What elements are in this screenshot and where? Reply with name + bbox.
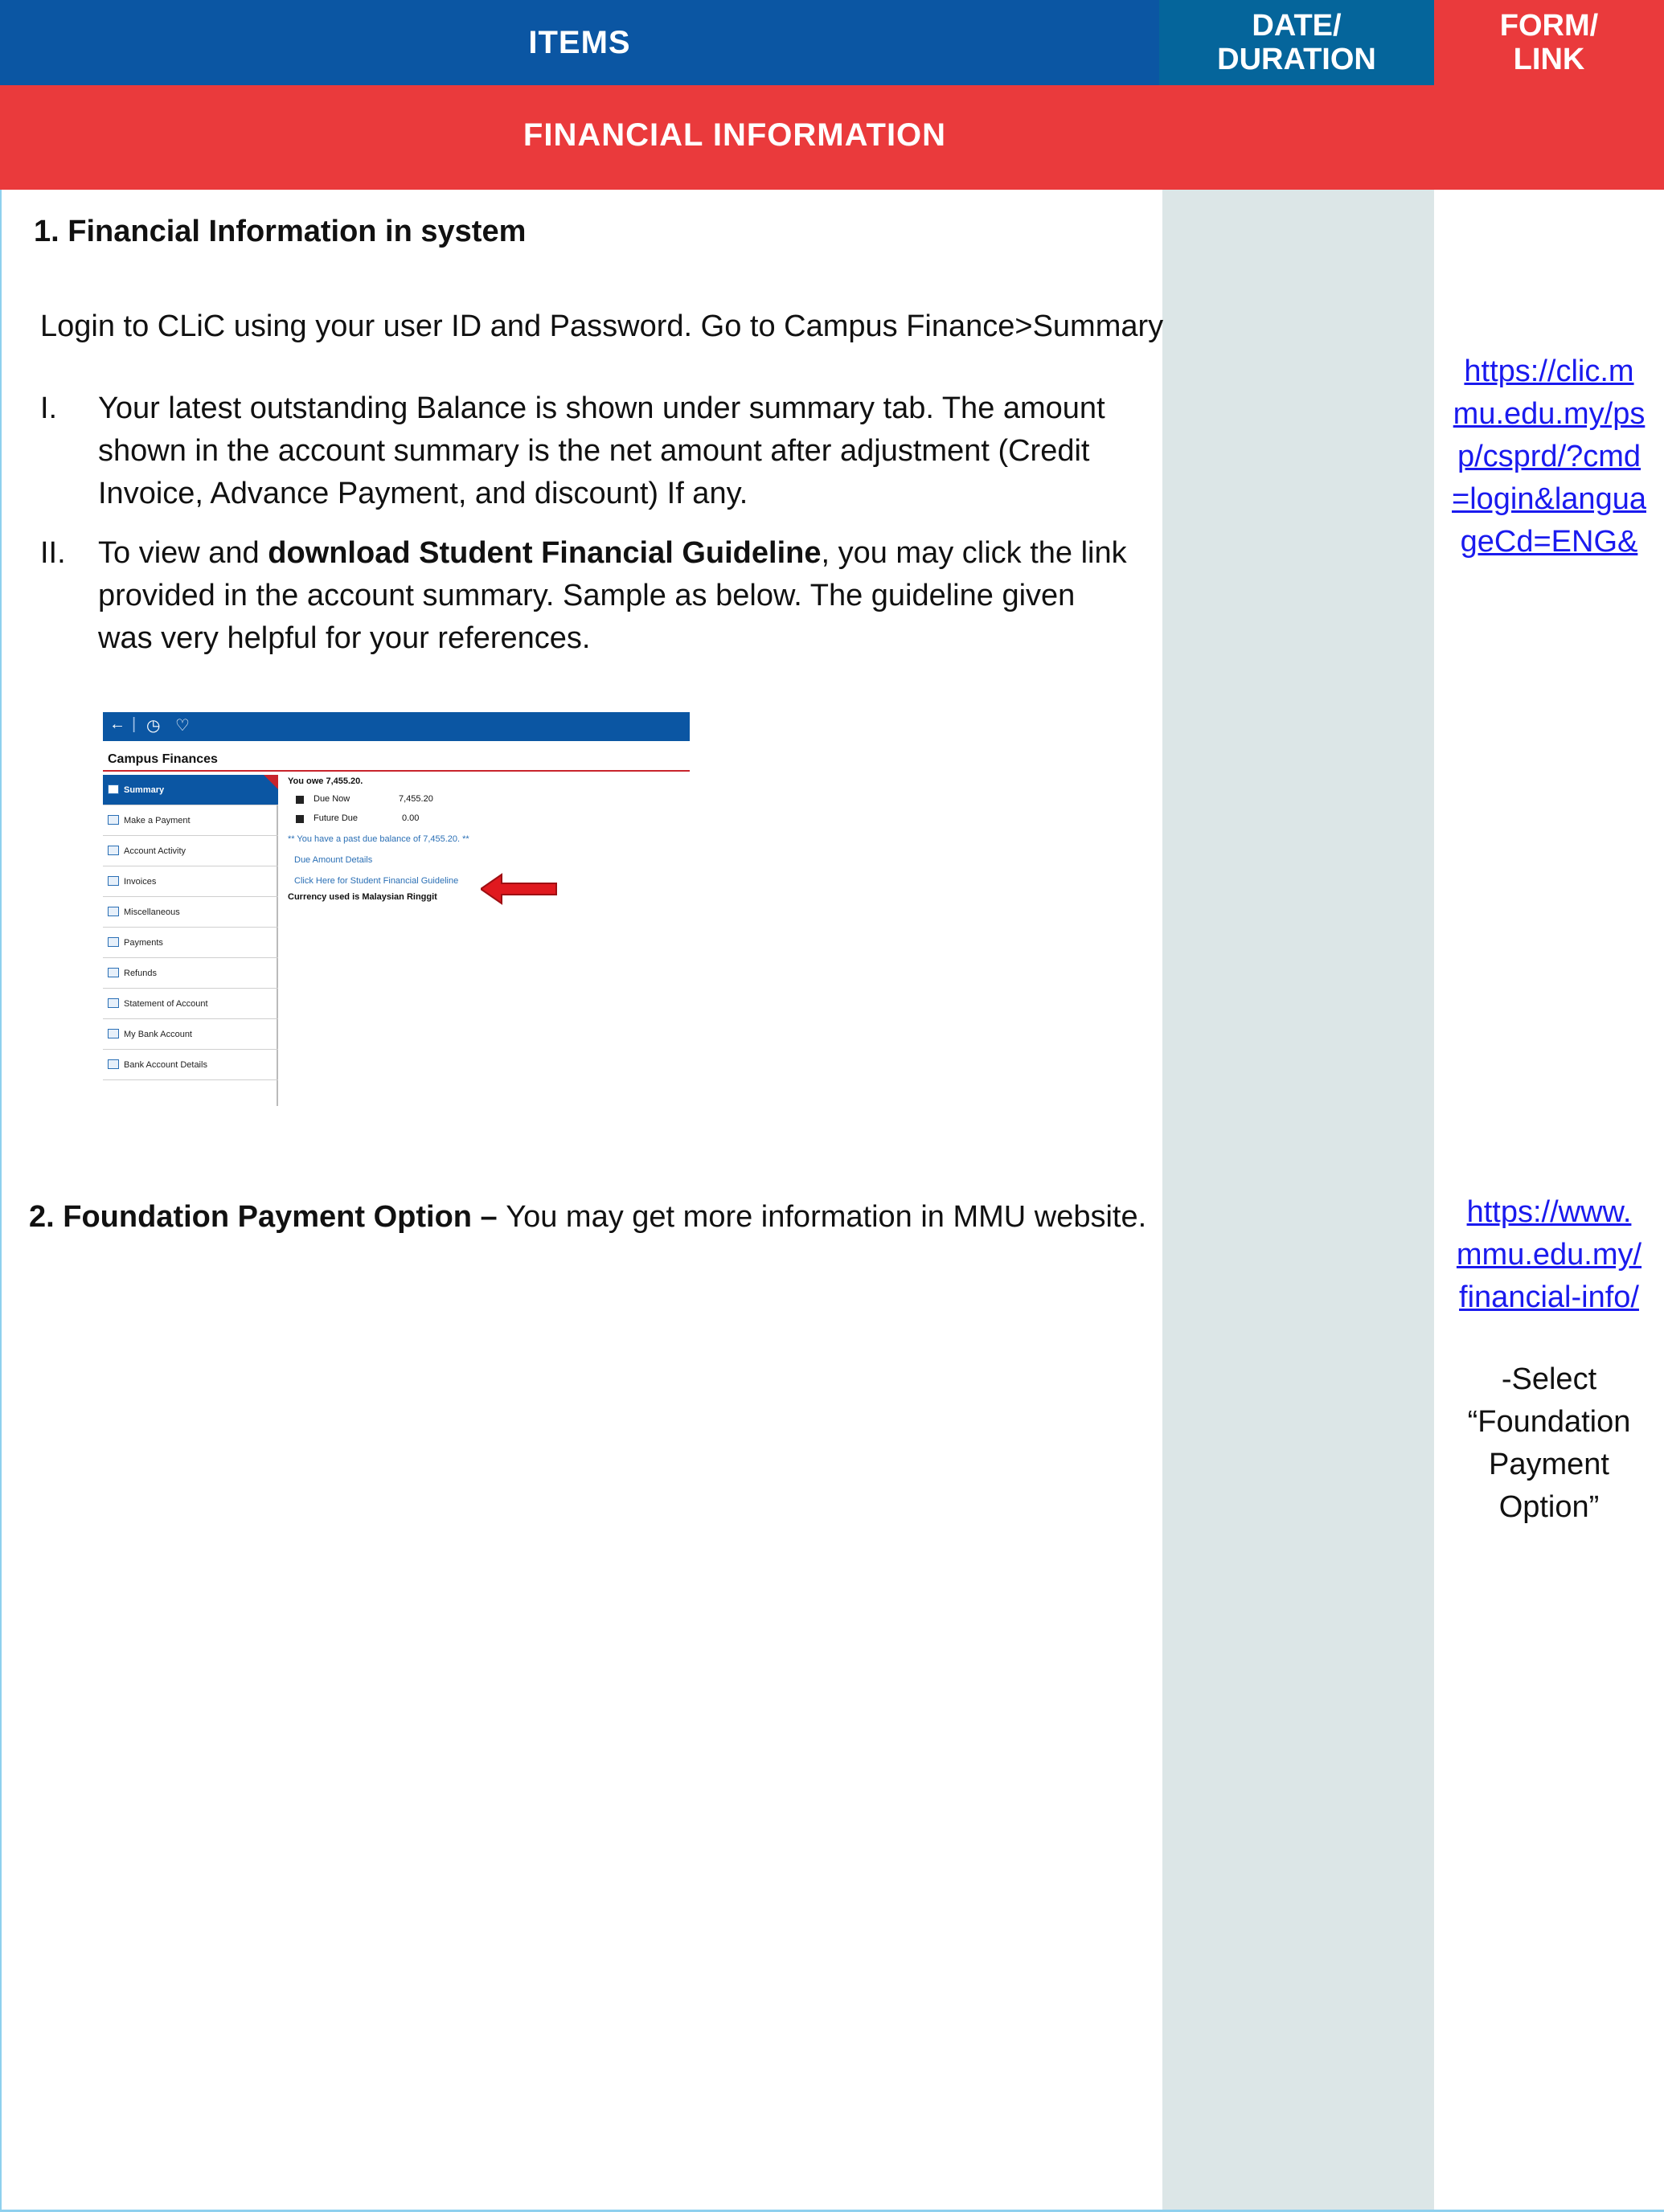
list-icon	[108, 1029, 119, 1038]
item2-heading: 2. Foundation Payment Option – You may g…	[29, 1196, 1146, 1239]
note-line: -Select	[1501, 1362, 1597, 1396]
note-line: Payment	[1489, 1448, 1609, 1481]
campus-finances-screenshot: ← | ◷ ♡ Campus Finances Summary Make a P…	[103, 712, 690, 1106]
mmu-financial-info-link[interactable]: https://www. mmu.edu.my/ financial-info/	[1434, 1191, 1664, 1319]
due-now-value: 7,455.20	[399, 794, 433, 804]
header-items-label: ITEMS	[528, 24, 631, 60]
item2-heading-bold: 2. Foundation Payment Option –	[29, 1200, 506, 1234]
nav-item-account-activity: Account Activity	[103, 836, 278, 866]
separator-icon: |	[132, 715, 137, 733]
header-date-duration: DATE/DURATION	[1159, 0, 1434, 85]
link-line[interactable]: =login&langua	[1434, 478, 1664, 521]
point1-line: Invoice, Advance Payment, and discount) …	[98, 477, 748, 510]
nav-item-label: Account Activity	[124, 846, 186, 856]
point2-pre: To view and	[98, 536, 268, 570]
header-form-line2: LINK	[1513, 43, 1585, 76]
point2-bold: download Student Financial Guideline	[268, 536, 822, 570]
item1-heading: 1. Financial Information in system	[34, 215, 527, 248]
point2-text: To view and download Student Financial G…	[98, 532, 1143, 660]
nav-item-label: Summary	[124, 784, 165, 795]
nav-item-label: Bank Account Details	[124, 1059, 207, 1070]
nav-item-payments: Payments	[103, 928, 278, 958]
back-arrow-icon: ←	[109, 715, 125, 733]
history-icon: ◷	[146, 717, 161, 735]
screenshot-title-rule	[103, 770, 690, 772]
header-form-line1: FORM/	[1499, 9, 1599, 43]
nav-item-statement-of-account: Statement of Account	[103, 989, 278, 1019]
point2-line: provided in the account summary. Sample …	[98, 579, 1076, 612]
currency-note: Currency used is Malaysian Ringgit	[288, 892, 437, 902]
list-icon	[108, 876, 119, 886]
date-duration-column	[1162, 190, 1434, 2212]
nav-item-summary: Summary	[103, 775, 278, 805]
nav-item-label: My Bank Account	[124, 1029, 192, 1039]
link-line[interactable]: financial-info/	[1434, 1276, 1664, 1319]
future-due-label: Future Due	[314, 813, 359, 823]
nav-item-label: Miscellaneous	[124, 907, 180, 917]
nav-item-label: Payments	[124, 937, 163, 948]
header-items: ITEMS	[0, 0, 1159, 85]
note-line: Option”	[1498, 1490, 1600, 1524]
owe-text: You owe 7,455.20.	[288, 776, 363, 786]
section-title: FINANCIAL INFORMATION	[523, 117, 947, 153]
list-icon	[108, 907, 119, 916]
link-line[interactable]: https://www.	[1434, 1191, 1664, 1234]
nav-item-refunds: Refunds	[103, 958, 278, 989]
favorites-icon: ♡	[175, 717, 190, 735]
table-left-border	[0, 190, 2, 2212]
square-bullet-icon	[296, 815, 304, 823]
link-line[interactable]: geCd=ENG&	[1434, 521, 1664, 563]
nav-item-my-bank-account: My Bank Account	[103, 1019, 278, 1050]
clic-login-link[interactable]: https://clic.m mu.edu.my/ps p/csprd/?cmd…	[1434, 350, 1664, 563]
point1-line: Your latest outstanding Balance is shown…	[98, 391, 1105, 425]
header-date-line1: DATE/	[1252, 9, 1342, 43]
red-arrow-icon	[481, 873, 557, 905]
point1-text: Your latest outstanding Balance is shown…	[98, 387, 1143, 515]
point2-line: To view and download Student Financial G…	[98, 532, 1143, 575]
foundation-option-note: -Select “Foundation Payment Option”	[1434, 1358, 1664, 1529]
nav-item-miscellaneous: Miscellaneous	[103, 897, 278, 928]
point2-line: was very helpful for your references.	[98, 621, 591, 655]
link-line[interactable]: mu.edu.my/ps	[1434, 393, 1664, 436]
nav-item-label: Invoices	[124, 876, 157, 887]
list-icon	[108, 937, 119, 947]
nav-item-make-payment: Make a Payment	[103, 805, 278, 836]
square-bullet-icon	[296, 796, 304, 804]
past-due-notice: ** You have a past due balance of 7,455.…	[288, 834, 469, 844]
financial-guideline-link: Click Here for Student Financial Guideli…	[294, 876, 459, 886]
link-line[interactable]: https://clic.m	[1434, 350, 1664, 393]
list-icon	[108, 968, 119, 977]
note-line: “Foundation	[1467, 1405, 1631, 1439]
header-date-line2: DURATION	[1217, 43, 1376, 76]
screenshot-top-bar: ← | ◷ ♡	[103, 712, 690, 741]
nav-item-label: Statement of Account	[124, 998, 208, 1009]
due-now-label: Due Now	[314, 794, 350, 804]
nav-item-bank-account-details: Bank Account Details	[103, 1050, 278, 1080]
point2-number: II.	[40, 536, 66, 570]
point1-line: shown in the account summary is the net …	[98, 434, 1090, 468]
item2-heading-rest: You may get more information in MMU webs…	[506, 1200, 1147, 1234]
list-icon	[108, 846, 119, 855]
item1-login-instruction: Login to CLiC using your user ID and Pas…	[40, 309, 1164, 343]
point1-number: I.	[40, 391, 58, 425]
link-line[interactable]: mmu.edu.my/	[1434, 1234, 1664, 1276]
nav-item-label: Make a Payment	[124, 815, 191, 825]
due-amount-details-link: Due Amount Details	[294, 855, 373, 865]
screenshot-nav: Summary Make a Payment Account Activity …	[103, 775, 278, 1106]
link-line[interactable]: p/csprd/?cmd	[1434, 436, 1664, 478]
header-form-link: FORM/LINK	[1434, 0, 1664, 85]
screenshot-title: Campus Finances	[108, 752, 218, 766]
list-icon	[108, 998, 119, 1008]
list-icon	[108, 815, 119, 825]
point2-post: , you may click the link	[821, 536, 1127, 570]
future-due-value: 0.00	[402, 813, 420, 823]
nav-item-invoices: Invoices	[103, 866, 278, 897]
list-icon	[108, 1059, 119, 1069]
nav-item-label: Refunds	[124, 968, 157, 978]
list-icon	[108, 784, 119, 794]
